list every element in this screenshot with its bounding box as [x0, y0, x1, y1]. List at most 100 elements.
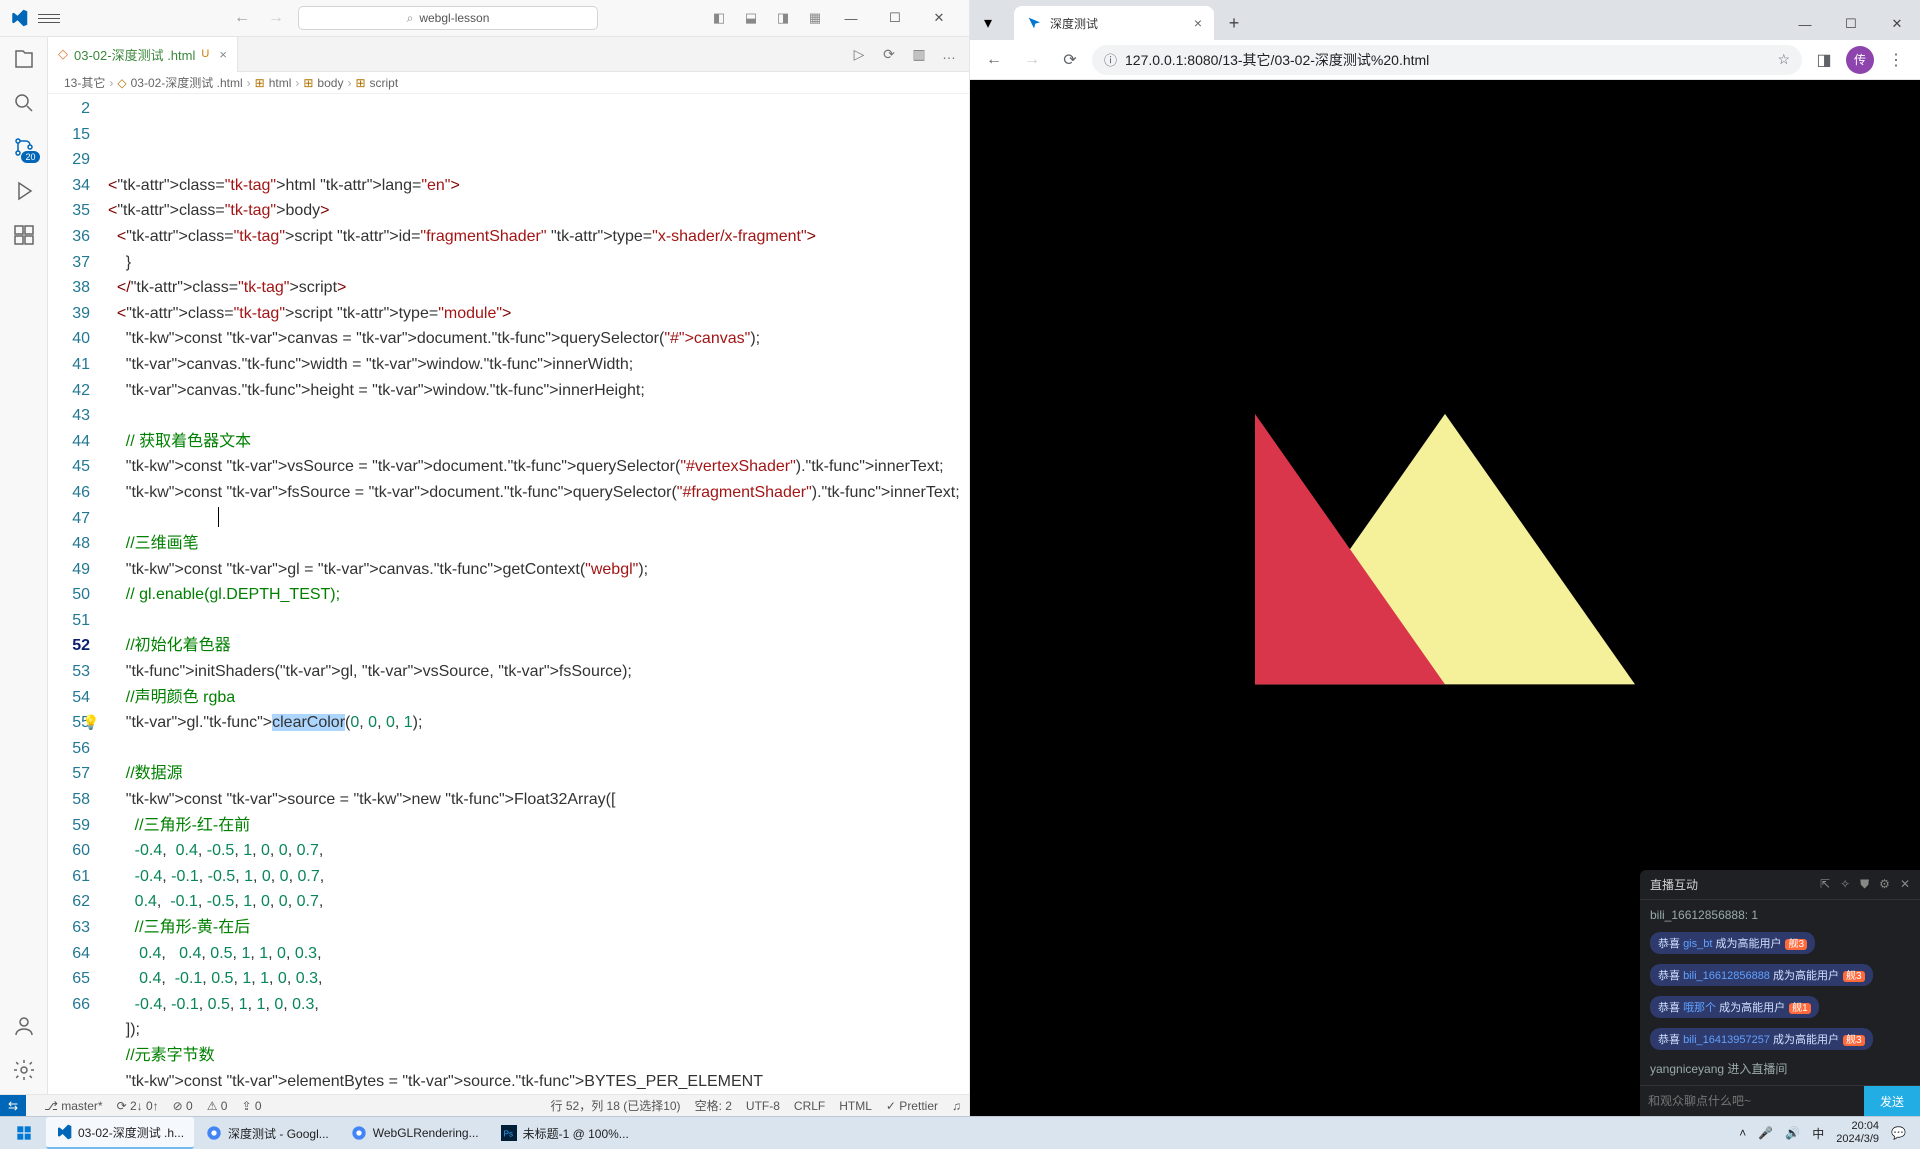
chrome-titlebar: ▾ 深度测试 × + — ☐ ✕ — [970, 0, 1920, 40]
breadcrumb-item[interactable]: 13-其它 — [64, 74, 105, 91]
minimize-button[interactable]: — — [1782, 8, 1828, 40]
page-content: 直播互动 ⇱ ✧ ⛊ ⚙ ✕ bili_16612856888: 1恭喜 gis… — [970, 80, 1920, 1116]
account-icon[interactable] — [10, 1012, 38, 1040]
tab-modified-badge: U — [201, 48, 209, 60]
more-actions-button[interactable]: … — [937, 42, 961, 66]
menu-icon[interactable] — [38, 7, 60, 29]
debug-icon[interactable] — [10, 177, 38, 205]
language-mode[interactable]: HTML — [839, 1099, 872, 1113]
taskbar-clock[interactable]: 20:04 2024/3/9 — [1836, 1120, 1879, 1146]
chat-message: yangniceyang 进入直播间 — [1650, 1060, 1910, 1077]
chat-header: 直播互动 ⇱ ✧ ⛊ ⚙ ✕ — [1640, 870, 1920, 900]
chat-input[interactable] — [1640, 1086, 1864, 1116]
minimize-button[interactable]: — — [829, 2, 873, 34]
explorer-icon[interactable] — [10, 45, 38, 73]
chat-lock-icon[interactable]: ⛊ — [1860, 877, 1869, 892]
chat-message: 恭喜 gis_bt 成为高能用户舰3 — [1650, 932, 1910, 954]
prettier-status[interactable]: ✓ Prettier — [886, 1099, 938, 1113]
indent-status[interactable]: 空格: 2 — [695, 1097, 732, 1114]
chat-messages[interactable]: bili_16612856888: 1恭喜 gis_bt 成为高能用户舰3恭喜 … — [1640, 900, 1920, 1085]
notification-center-icon[interactable]: 💬 — [1891, 1126, 1906, 1140]
cursor-position[interactable]: 行 52，列 18 (已选择10) — [551, 1097, 681, 1114]
chat-close-icon[interactable]: ✕ — [1900, 877, 1910, 892]
nav-forward-button[interactable]: → — [262, 6, 290, 30]
side-panel-icon[interactable]: ◨ — [1808, 44, 1840, 76]
run-button[interactable]: ▷ — [847, 42, 871, 66]
taskbar-app[interactable]: WebGLRendering... — [341, 1117, 489, 1149]
layout-left-icon[interactable]: ◧ — [705, 6, 733, 30]
eol-status[interactable]: CRLF — [794, 1099, 825, 1113]
site-info-icon[interactable]: ⓘ — [1104, 50, 1117, 69]
error-count[interactable]: ⊘ 0 — [173, 1099, 193, 1113]
breadcrumb[interactable]: 13-其它› ◇03-02-深度测试 .html› ⊞html› ⊞body› … — [48, 72, 969, 94]
layout-right-icon[interactable]: ◨ — [769, 6, 797, 30]
split-editor-button[interactable]: ▥ — [907, 42, 931, 66]
reload-button[interactable]: ⟳ — [1054, 44, 1086, 76]
code-editor[interactable]: 2152934353637383940414243444546474849505… — [48, 94, 969, 1094]
system-tray[interactable]: ˄ 🎤 🔊 中 20:04 2024/3/9 💬 — [1739, 1120, 1916, 1146]
tab-close-icon[interactable]: × — [219, 47, 227, 62]
editor-tab[interactable]: ◇ 03-02-深度测试 .html U × — [48, 37, 238, 72]
maximize-button[interactable]: ☐ — [873, 2, 917, 34]
taskbar-app[interactable]: Ps未标题-1 @ 100%... — [491, 1117, 639, 1149]
taskbar-app[interactable]: 03-02-深度测试 .h... — [46, 1117, 194, 1149]
vscode-logo-icon — [8, 7, 30, 29]
breadcrumb-item[interactable]: body — [317, 76, 343, 90]
tray-mic-icon[interactable]: 🎤 — [1758, 1126, 1773, 1140]
text-cursor — [218, 507, 219, 527]
command-center[interactable]: ⌕ webgl-lesson — [298, 6, 598, 30]
tray-chevron-icon[interactable]: ˄ — [1739, 1126, 1746, 1140]
layout-grid-icon[interactable]: ▦ — [801, 6, 829, 30]
chat-send-button[interactable]: 发送 — [1864, 1086, 1920, 1116]
chat-message: 恭喜 bili_16413957257 成为高能用户舰3 — [1650, 1028, 1910, 1050]
ports-status[interactable]: ⇪ 0 — [241, 1099, 261, 1113]
notifications-icon[interactable]: ♫ — [952, 1099, 961, 1113]
address-bar[interactable]: ⓘ 127.0.0.1:8080/13-其它/03-02-深度测试%20.htm… — [1092, 45, 1802, 75]
encoding-status[interactable]: UTF-8 — [746, 1099, 780, 1113]
browser-tab[interactable]: 深度测试 × — [1014, 6, 1214, 40]
vscode-titlebar: ← → ⌕ webgl-lesson ◧ ⬓ ◨ ▦ — ☐ ✕ — [0, 0, 969, 37]
tray-volume-icon[interactable]: 🔊 — [1785, 1126, 1800, 1140]
favicon — [1026, 15, 1042, 31]
extensions-icon[interactable] — [10, 221, 38, 249]
remote-indicator[interactable]: ⇆ — [0, 1095, 26, 1117]
back-button[interactable]: ← — [978, 44, 1010, 76]
tab-close-icon[interactable]: × — [1194, 15, 1202, 31]
chat-gift-icon[interactable]: ✧ — [1840, 877, 1850, 892]
sync-status[interactable]: ⟳ 2↓ 0↑ — [117, 1099, 159, 1113]
vscode-window: ← → ⌕ webgl-lesson ◧ ⬓ ◨ ▦ — ☐ ✕ — [0, 0, 970, 1116]
url-text: 127.0.0.1:8080/13-其它/03-02-深度测试%20.html — [1125, 50, 1429, 70]
layout-bottom-icon[interactable]: ⬓ — [737, 6, 765, 30]
start-button[interactable] — [4, 1117, 44, 1149]
warning-count[interactable]: ⚠ 0 — [207, 1099, 228, 1113]
nav-back-button[interactable]: ← — [228, 6, 256, 30]
breadcrumb-item[interactable]: script — [370, 76, 399, 90]
code-lines[interactable]: <"tk-attr">class="tk-tag">html "tk-attr"… — [108, 94, 969, 1094]
chrome-window: ▾ 深度测试 × + — ☐ ✕ ← → ⟳ ⓘ 127.0.0.1:8080/… — [970, 0, 1920, 1116]
source-control-icon[interactable]: 20 — [10, 133, 38, 161]
scm-badge: 20 — [21, 151, 39, 163]
editor-group: ◇ 03-02-深度测试 .html U × ▷ ⟳ ▥ … 13-其它› ◇0… — [48, 37, 969, 1094]
windows-taskbar: 03-02-深度测试 .h...深度测试 - Googl...WebGLRend… — [0, 1116, 1920, 1149]
breadcrumb-item[interactable]: 03-02-深度测试 .html — [131, 74, 243, 91]
new-tab-button[interactable]: + — [1220, 9, 1248, 37]
profile-avatar[interactable]: 传 — [1846, 46, 1874, 74]
forward-button[interactable]: → — [1016, 44, 1048, 76]
chat-settings-icon[interactable]: ⚙ — [1879, 877, 1890, 892]
tab-search-icon[interactable]: ▾ — [970, 6, 1006, 40]
close-button[interactable]: ✕ — [917, 2, 961, 34]
status-bar: ⇆ ⎇ master* ⟳ 2↓ 0↑ ⊘ 0 ⚠ 0 ⇪ 0 行 52，列 1… — [0, 1094, 969, 1116]
ime-indicator[interactable]: 中 — [1812, 1125, 1824, 1142]
maximize-button[interactable]: ☐ — [1828, 8, 1874, 40]
close-button[interactable]: ✕ — [1874, 8, 1920, 40]
git-branch[interactable]: ⎇ master* — [44, 1099, 103, 1113]
chrome-menu-icon[interactable]: ⋮ — [1880, 44, 1912, 76]
search-icon: ⌕ — [407, 11, 414, 26]
breadcrumb-item[interactable]: html — [269, 76, 292, 90]
chat-link-icon[interactable]: ⇱ — [1820, 877, 1830, 892]
tab-title: 深度测试 — [1050, 15, 1098, 32]
bookmark-star-icon[interactable]: ☆ — [1777, 51, 1790, 68]
compare-button[interactable]: ⟳ — [877, 42, 901, 66]
search-icon[interactable] — [10, 89, 38, 117]
taskbar-app[interactable]: 深度测试 - Googl... — [196, 1117, 339, 1149]
